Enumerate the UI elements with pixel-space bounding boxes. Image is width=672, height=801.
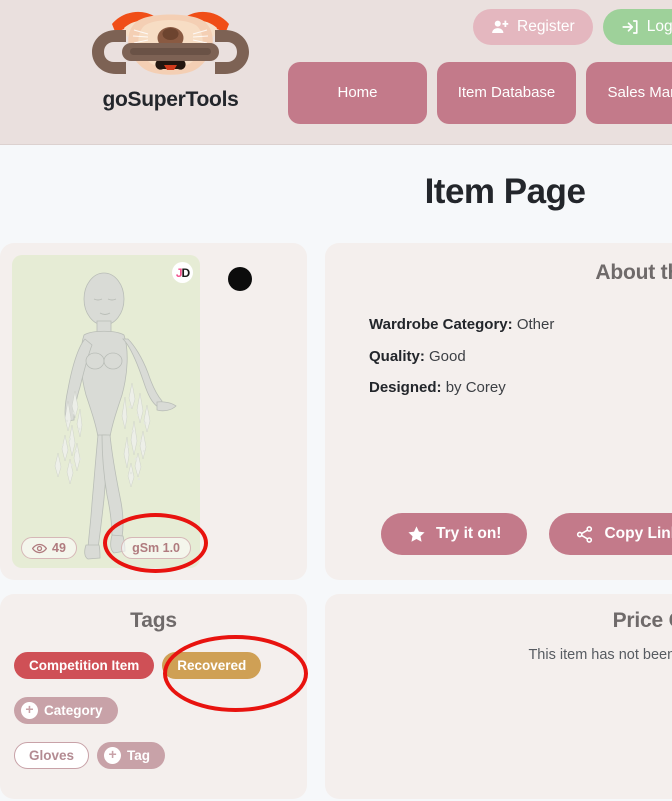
nav-item-home-label: Home <box>337 83 378 101</box>
about-field-quality: Quality: Good <box>369 346 672 369</box>
main-nav: Home Item Database Sales Manage <box>288 62 672 124</box>
site-header: goSuperTools Register Log Home Item Data… <box>0 0 672 145</box>
about-field-wardrobe-category-value: Other <box>516 316 555 333</box>
color-swatch-black[interactable] <box>228 267 252 291</box>
main-content: JD 49 gSm 1.0 About the Item <box>0 243 672 801</box>
tag-recovered-label: Recovered <box>177 658 247 673</box>
version-badge[interactable]: gSm 1.0 <box>121 537 191 559</box>
add-tag-label: Tag <box>127 748 151 763</box>
add-tag-button[interactable]: + Tag <box>97 742 166 769</box>
user-plus-icon <box>492 20 509 33</box>
item-image[interactable]: JD 49 gSm 1.0 <box>12 255 200 568</box>
tags-card: Tags Competition Item Recovered + Catego… <box>0 594 307 799</box>
about-field-quality-value: Good <box>429 347 466 365</box>
login-button[interactable]: Log <box>602 9 672 45</box>
price-chart-empty-message: This item has not been sold yet in aucti… <box>528 647 672 663</box>
tags-heading: Tags <box>130 609 177 632</box>
watermark-second-letter: D <box>181 265 191 280</box>
star-icon <box>408 525 425 542</box>
about-fields: Wardrobe Category: Other Quality: Good D… <box>369 314 672 400</box>
item-actions: Try it on! Copy Link <box>381 513 672 555</box>
plus-icon: + <box>104 747 122 764</box>
about-field-quality-label: Quality: <box>369 347 425 365</box>
about-field-designed-label: Designed: <box>369 379 442 396</box>
eye-icon <box>32 543 47 553</box>
top-row: JD 49 gSm 1.0 About the Item <box>0 243 672 580</box>
share-icon <box>577 525 593 543</box>
nav-item-item-database-label: Item Database <box>457 83 556 101</box>
price-chart-card: Price Chart This item has not been sold … <box>325 594 672 799</box>
add-category-button[interactable]: + Category <box>14 697 118 724</box>
bottom-row: Tags Competition Item Recovered + Catego… <box>0 594 672 799</box>
tag-recovered[interactable]: Recovered <box>162 652 262 679</box>
watermark-badge: JD <box>172 262 193 283</box>
brand[interactable]: goSuperTools <box>78 4 263 112</box>
wrench-animal-logo-icon <box>92 11 249 75</box>
view-count-label: 49 <box>52 541 66 555</box>
login-label: Log <box>646 18 672 35</box>
about-field-wardrobe-category: Wardrobe Category: Other <box>369 314 672 337</box>
nav-item-home[interactable]: Home <box>288 62 427 124</box>
tag-gloves-label: Gloves <box>29 748 75 763</box>
add-category-label: Category <box>44 703 103 718</box>
copy-link-button[interactable]: Copy Link <box>549 513 672 555</box>
tag-competition-item-label: Competition Item <box>29 658 140 673</box>
auth-buttons: Register Log <box>473 9 672 45</box>
tag-gloves[interactable]: Gloves <box>14 742 90 769</box>
plus-icon: + <box>21 702 38 719</box>
register-button[interactable]: Register <box>473 9 593 45</box>
version-badge-label: gSm 1.0 <box>132 541 180 555</box>
login-arrow-icon <box>622 20 638 34</box>
nav-item-sales-manager[interactable]: Sales Manage <box>586 62 672 124</box>
about-item-card: About the Item Wardrobe Category: Other … <box>325 243 672 580</box>
tags-list: Competition Item Recovered + Category Gl… <box>14 652 293 769</box>
copy-link-label: Copy Link <box>604 525 672 542</box>
about-heading: About the Item <box>595 261 672 284</box>
register-label: Register <box>517 18 575 35</box>
try-it-on-button[interactable]: Try it on! <box>381 513 528 555</box>
about-field-designed-value: by Corey <box>445 379 506 396</box>
price-chart-heading: Price Chart <box>612 609 672 632</box>
item-preview-card: JD 49 gSm 1.0 <box>0 243 307 580</box>
view-count-badge[interactable]: 49 <box>21 537 77 559</box>
avatar-figure-icon <box>54 272 177 560</box>
tag-competition-item[interactable]: Competition Item <box>14 652 155 679</box>
page-title: Item Page <box>424 172 586 211</box>
try-it-on-label: Try it on! <box>436 525 502 542</box>
about-field-wardrobe-category-label: Wardrobe Category: <box>369 316 513 333</box>
nav-item-sales-manager-label: Sales Manage <box>607 83 672 101</box>
about-field-designed: Designed: by Corey <box>369 377 672 400</box>
nav-item-item-database[interactable]: Item Database <box>437 62 576 124</box>
brand-name: goSuperTools <box>102 88 239 111</box>
